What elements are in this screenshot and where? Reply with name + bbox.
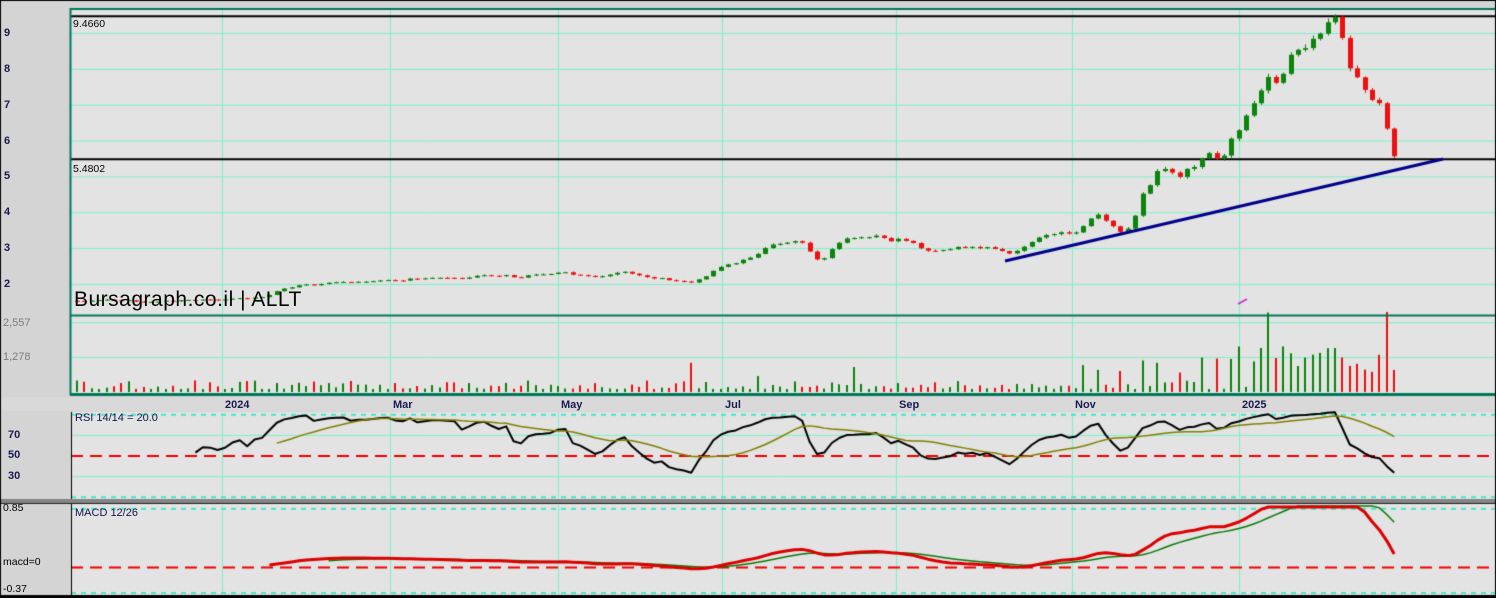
price-axis-label: 5: [4, 170, 11, 182]
rsi-axis-label: 30: [8, 470, 21, 482]
high-level-label: 9.4660: [73, 18, 106, 30]
price-axis-label: 2: [4, 278, 11, 290]
price-axis-label: 6: [4, 135, 11, 147]
timeline-label: 2025: [1242, 399, 1267, 411]
price-axis-label: 9: [4, 27, 11, 39]
price-axis-label: 3: [4, 242, 11, 254]
support-level-label: 5.4802: [73, 163, 106, 175]
timeline-label: 2024: [225, 399, 250, 411]
volume-axis-label: 2,557: [3, 317, 31, 329]
watermark-text: Bursagraph.co.il | ALLT: [74, 288, 302, 311]
timeline-label: Mar: [393, 399, 413, 411]
macd-max-label: 0.85: [3, 502, 24, 514]
price-axis-label: 7: [4, 99, 11, 111]
timeline-label: May: [561, 399, 583, 411]
rsi-title: RSI 14/14 = 20.0: [75, 412, 158, 424]
macd-title: MACD 12/26: [75, 507, 138, 519]
macd-min-label: -0.37: [3, 583, 27, 595]
chart-window: 9 8 7 6 5 4 3 2 9.4660 5.4802 Bursagraph…: [0, 0, 1496, 598]
rsi-axis-label: 70: [8, 429, 21, 441]
timeline-label: Nov: [1075, 399, 1096, 411]
price-axis-label: 4: [4, 206, 11, 218]
timeline-label: Jul: [725, 399, 741, 411]
timeline-label: Sep: [899, 399, 920, 411]
rsi-axis-label: 50: [8, 449, 21, 461]
volume-axis-label: 1,278: [3, 351, 31, 363]
price-axis-label: 8: [4, 63, 11, 75]
macd-zero-label: macd=0: [3, 556, 41, 568]
